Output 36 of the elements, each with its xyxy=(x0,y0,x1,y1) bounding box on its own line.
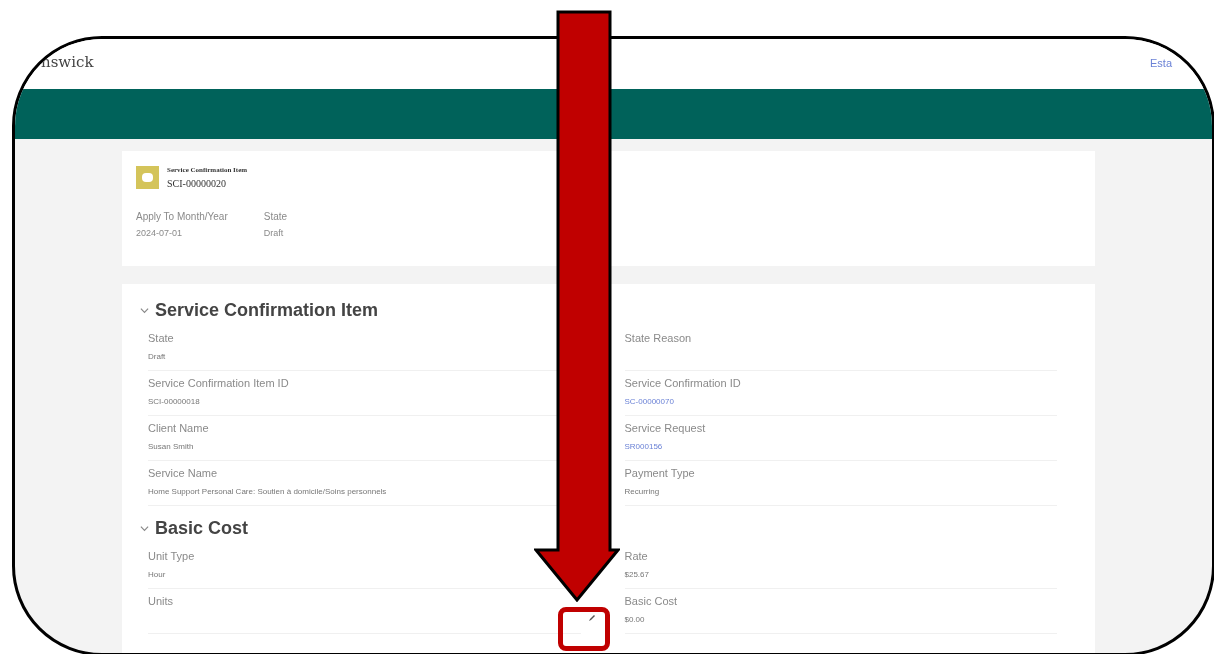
field-label: State xyxy=(263,209,288,224)
section-header[interactable]: Basic Cost xyxy=(140,512,249,544)
field-value: 2024-07-01 xyxy=(136,226,184,240)
field-value: Hour xyxy=(148,568,167,581)
record-name: SCI-00000020 xyxy=(167,176,227,191)
field-value: Susan Smith xyxy=(148,440,195,453)
highlight-box xyxy=(558,607,610,651)
field-value: $25.67 xyxy=(624,568,650,581)
field-label: Service Request xyxy=(624,421,706,436)
logo: nswick xyxy=(41,52,94,73)
chevron-icon xyxy=(140,523,149,533)
field-label: State xyxy=(148,331,174,346)
field-label: Basic Cost xyxy=(624,594,678,609)
record-icon xyxy=(136,166,159,190)
field-label: Unit Type xyxy=(148,549,195,564)
field-label: Payment Type xyxy=(624,466,695,481)
chevron-icon xyxy=(140,305,149,315)
field-link[interactable]: SC-00000070 xyxy=(624,395,674,408)
field-label: Service Confirmation Item ID xyxy=(148,376,289,391)
field-label: Rate xyxy=(624,549,648,564)
field-label: Client Name xyxy=(148,421,209,436)
header-link[interactable]: Esta xyxy=(1150,55,1172,72)
field-label: Service Name xyxy=(148,466,218,481)
field-label: Service Confirmation ID xyxy=(624,376,741,391)
field-value: Recurring xyxy=(624,485,661,498)
field-label: Units xyxy=(148,594,174,609)
field-value: Home Support Personal Care: Soutien à domicile/Soins personnels xyxy=(148,485,388,498)
pencil-icon xyxy=(587,614,596,622)
field-value: Draft xyxy=(148,350,167,363)
field-label: State Reason xyxy=(624,331,692,346)
section-header[interactable]: Service Confirmation Item xyxy=(140,294,379,326)
field-value: $0.00 xyxy=(624,613,646,626)
field-value: Draft xyxy=(263,226,285,240)
field-link[interactable]: SR000156 xyxy=(624,440,663,453)
field-value: SCI-00000018 xyxy=(148,395,201,408)
field-label: Apply To Month/Year xyxy=(136,209,228,224)
